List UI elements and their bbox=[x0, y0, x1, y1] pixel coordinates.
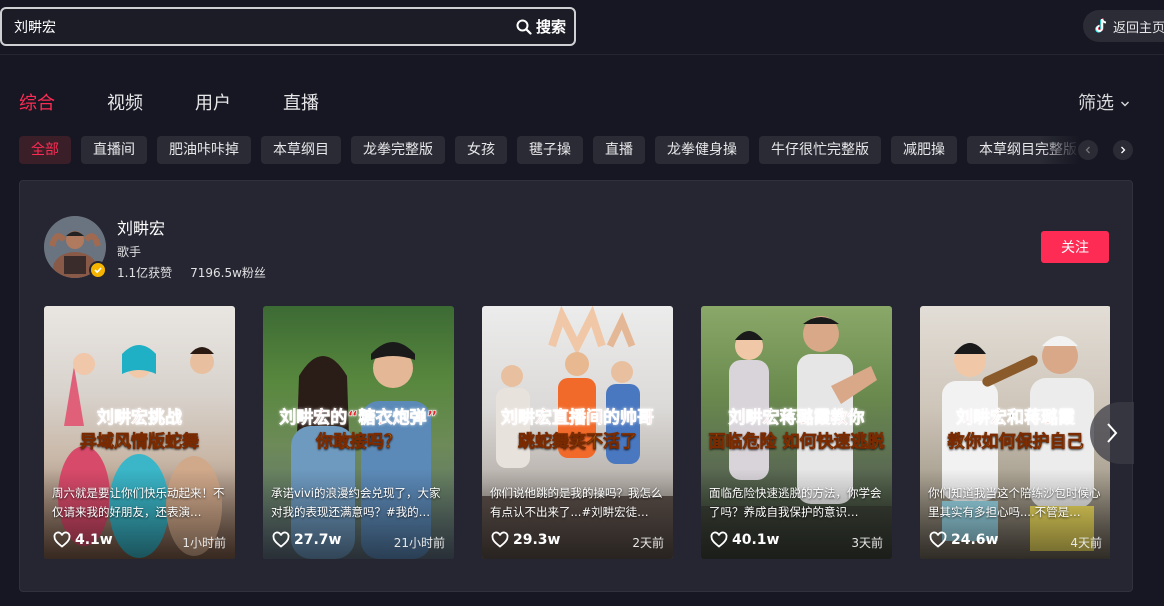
chip-item[interactable]: 直播间 bbox=[81, 136, 147, 164]
chips-prev-button[interactable] bbox=[1078, 140, 1098, 160]
chip-item[interactable]: 龙拳健身操 bbox=[655, 136, 749, 164]
video-card[interactable]: 刘畊宏和蒋璐霞 教你如何保护自己 你们知道我当这个陪练沙包时候心里其实有多担心吗… bbox=[920, 306, 1110, 559]
chevron-left-icon bbox=[1085, 146, 1090, 154]
search-box: 搜索 bbox=[0, 7, 576, 46]
video-likes: 27.7w bbox=[272, 531, 341, 549]
chip-item[interactable]: 本草纲目 bbox=[261, 136, 341, 164]
chip-item[interactable]: 直播 bbox=[593, 136, 645, 164]
video-likes-count: 40.1w bbox=[732, 532, 780, 548]
user-fans: 7196.5w粉丝 bbox=[190, 266, 266, 280]
video-description: 承诺vivi的浪漫约会兑现了，大家对我的表现还满意吗？#我的… bbox=[271, 486, 441, 519]
search-icon bbox=[516, 19, 532, 35]
chip-all[interactable]: 全部 bbox=[19, 136, 71, 164]
video-caption-line2: 教你如何保护自己 bbox=[947, 432, 1084, 453]
video-description: 周六就是要让你们快乐动起来！不仅请来我的好朋友，还表演… bbox=[52, 486, 225, 519]
video-time: 3天前 bbox=[851, 536, 883, 550]
heart-icon bbox=[491, 531, 509, 548]
video-description: 面临危险快速逃脱的方法，你学会了吗？养成自我保护的意识… bbox=[709, 486, 882, 519]
video-caption: 刘畊宏直播间的帅哥 跳蛇舞笑不活了 bbox=[486, 406, 669, 454]
chip-item[interactable]: 女孩 bbox=[455, 136, 507, 164]
return-home-button[interactable]: 返回主页 bbox=[1083, 10, 1164, 42]
heart-icon bbox=[53, 531, 71, 548]
result-tabs: 综合 视频 用户 直播 bbox=[19, 92, 371, 116]
search-button[interactable]: 搜索 bbox=[516, 9, 566, 44]
chevron-right-icon bbox=[1121, 146, 1126, 154]
video-card[interactable]: 刘畊宏挑战 异域风情版蛇舞 周六就是要让你们快乐动起来！不仅请来我的好朋友，还表… bbox=[44, 306, 235, 559]
video-likes: 40.1w bbox=[710, 531, 779, 549]
top-bar: 搜索 返回主页 bbox=[0, 0, 1164, 55]
video-caption: 刘畊宏蒋璐霞教你 面临危险 如何快速逃脱 bbox=[705, 406, 888, 454]
verified-badge-icon bbox=[89, 261, 107, 279]
video-description: 你们说他跳的是我的操吗？我怎么有点认不出来了...#刘畊宏徒… bbox=[490, 486, 663, 519]
video-caption-line1: 刘畊宏蒋璐霞教你 bbox=[728, 408, 865, 429]
chip-fade bbox=[1040, 136, 1080, 164]
video-card[interactable]: 刘畊宏蒋璐霞教你 面临危险 如何快速逃脱 面临危险快速逃脱的方法，你学会了吗？养… bbox=[701, 306, 892, 559]
video-likes-count: 4.1w bbox=[75, 532, 113, 548]
user-likes: 1.1亿获赞 bbox=[117, 266, 173, 280]
search-input[interactable] bbox=[14, 9, 494, 44]
video-caption: 刘畊宏挑战 异域风情版蛇舞 bbox=[48, 406, 231, 454]
tab-comprehensive[interactable]: 综合 bbox=[19, 92, 55, 116]
video-time: 2天前 bbox=[632, 536, 664, 550]
tab-live[interactable]: 直播 bbox=[283, 92, 319, 116]
video-caption-line1: 刘畊宏的“糖衣炮弹” bbox=[279, 408, 438, 429]
video-time: 21小时前 bbox=[393, 536, 445, 550]
chip-item[interactable]: 毽子操 bbox=[517, 136, 583, 164]
filter-dropdown[interactable]: 筛选 bbox=[1078, 92, 1130, 116]
video-likes: 24.6w bbox=[929, 531, 998, 549]
video-description: 你们知道我当这个陪练沙包时候心里其实有多担心吗....不管是… bbox=[928, 486, 1101, 519]
video-list: 刘畊宏挑战 异域风情版蛇舞 周六就是要让你们快乐动起来！不仅请来我的好朋友，还表… bbox=[44, 306, 1110, 559]
chevron-down-icon bbox=[1121, 101, 1129, 107]
chips-next-button[interactable] bbox=[1113, 140, 1133, 160]
tiktok-logo-icon bbox=[1095, 18, 1107, 33]
video-likes-count: 29.3w bbox=[513, 532, 561, 548]
heart-icon bbox=[710, 531, 728, 548]
user-stats: 1.1亿获赞 7196.5w粉丝 bbox=[117, 264, 266, 281]
keyword-chips: 全部 直播间 肥油咔咔掉 本草纲目 龙拳完整版 女孩 毽子操 直播 龙拳健身操 … bbox=[19, 136, 1079, 164]
tab-video[interactable]: 视频 bbox=[107, 92, 143, 116]
return-home-label: 返回主页 bbox=[1113, 20, 1164, 36]
video-caption-line1: 刘畊宏直播间的帅哥 bbox=[501, 408, 655, 429]
chip-item[interactable]: 牛仔很忙完整版 bbox=[759, 136, 881, 164]
video-time: 1小时前 bbox=[182, 536, 226, 550]
search-button-label: 搜索 bbox=[535, 18, 566, 36]
video-likes: 29.3w bbox=[491, 531, 560, 549]
heart-icon bbox=[929, 531, 947, 548]
user-name[interactable]: 刘畊宏 bbox=[117, 215, 165, 239]
video-likes-count: 24.6w bbox=[951, 532, 999, 548]
video-card[interactable]: 刘畊宏的“糖衣炮弹” 你敢接吗？ 承诺vivi的浪漫约会兑现了，大家对我的表现还… bbox=[263, 306, 454, 559]
video-caption-line2: 面临危险 如何快速逃脱 bbox=[708, 432, 885, 453]
chevron-right-icon bbox=[1107, 423, 1118, 443]
video-caption-line1: 刘畊宏和蒋璐霞 bbox=[956, 408, 1076, 429]
heart-icon bbox=[272, 531, 290, 548]
video-caption-line2: 跳蛇舞笑不活了 bbox=[518, 432, 638, 453]
follow-button[interactable]: 关注 bbox=[1041, 231, 1109, 263]
user-role: 歌手 bbox=[117, 245, 142, 259]
video-likes-count: 27.7w bbox=[294, 532, 342, 548]
tab-user[interactable]: 用户 bbox=[195, 92, 231, 116]
video-card[interactable]: 刘畊宏直播间的帅哥 跳蛇舞笑不活了 你们说他跳的是我的操吗？我怎么有点认不出来了… bbox=[482, 306, 673, 559]
user-card: 刘畊宏 歌手 1.1亿获赞 7196.5w粉丝 关注 刘畊宏挑战 异域风情版蛇舞… bbox=[19, 180, 1133, 592]
video-caption-line1: 刘畊宏挑战 bbox=[97, 408, 183, 429]
filter-label: 筛选 bbox=[1078, 93, 1114, 114]
chip-item[interactable]: 肥油咔咔掉 bbox=[157, 136, 251, 164]
video-caption-line2: 你敢接吗？ bbox=[316, 432, 402, 453]
video-caption: 刘畊宏的“糖衣炮弹” 你敢接吗？ bbox=[267, 406, 450, 454]
video-time: 4天前 bbox=[1070, 536, 1102, 550]
video-likes: 4.1w bbox=[53, 531, 113, 549]
video-caption-line2: 异域风情版蛇舞 bbox=[80, 432, 200, 453]
video-caption: 刘畊宏和蒋璐霞 教你如何保护自己 bbox=[924, 406, 1107, 454]
chip-item[interactable]: 龙拳完整版 bbox=[351, 136, 445, 164]
chip-item[interactable]: 减肥操 bbox=[891, 136, 957, 164]
